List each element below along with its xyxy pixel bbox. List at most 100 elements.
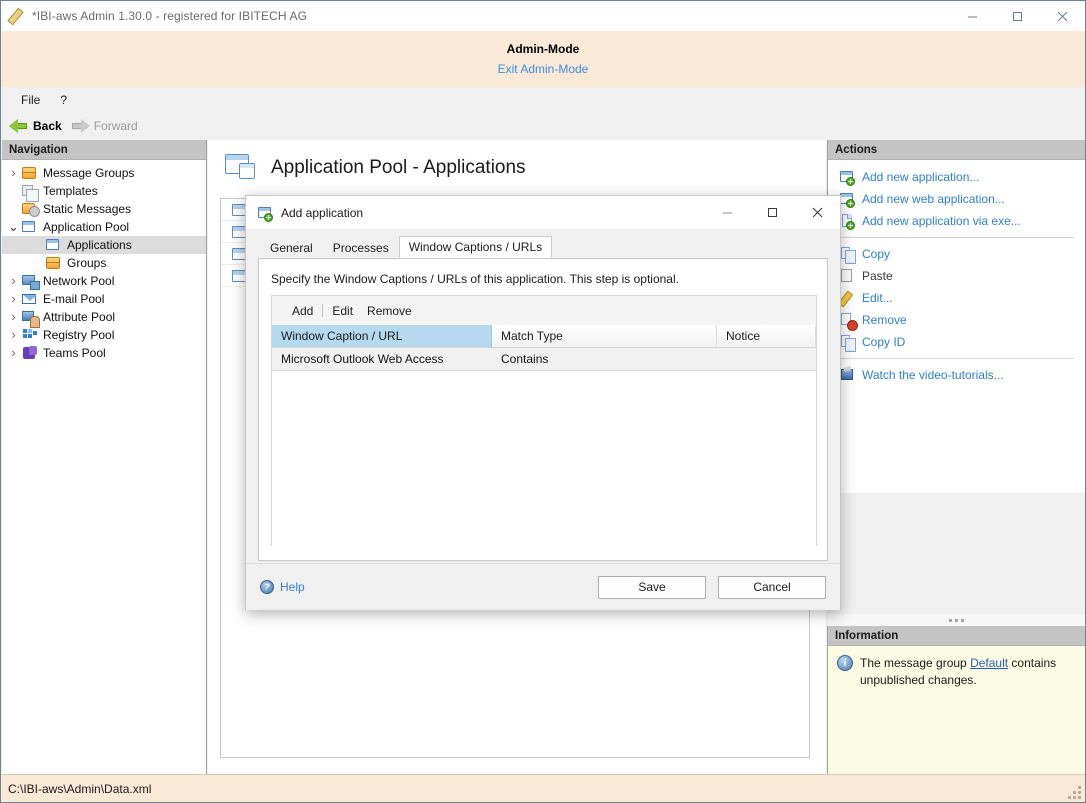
action-add-new-web-application[interactable]: Add new web application... <box>828 188 1085 210</box>
navigation-pane: Navigation ›Message GroupsTemplatesStati… <box>2 140 207 774</box>
cancel-button[interactable]: Cancel <box>718 576 826 599</box>
action-label: Watch the video-tutorials... <box>862 368 1004 382</box>
sidebar-item-static-messages[interactable]: Static Messages <box>2 200 206 218</box>
grid-empty-area[interactable] <box>272 371 816 551</box>
sidebar-item-label: Network Pool <box>43 274 114 288</box>
chevron-right-icon[interactable]: › <box>6 272 21 290</box>
action-add-new-application-via-exe[interactable]: Add new application via exe... <box>828 210 1085 232</box>
admin-mode-title: Admin-Mode <box>507 41 580 57</box>
chevron-right-icon[interactable]: › <box>6 326 21 344</box>
grid-column-header[interactable]: Notice <box>717 325 816 348</box>
copy-id-icon <box>839 334 855 350</box>
chevron-right-icon[interactable]: › <box>6 344 21 362</box>
back-label: Back <box>33 119 62 133</box>
sidebar-item-registry-pool[interactable]: ›Registry Pool <box>2 326 206 344</box>
sidebar-item-e-mail-pool[interactable]: › E-mail Pool <box>2 290 206 308</box>
menu-file[interactable]: File <box>11 90 50 110</box>
admin-mode-banner: Admin-Mode Exit Admin-Mode <box>1 31 1085 87</box>
action-copy[interactable]: Copy <box>828 243 1085 265</box>
sidebar-item-templates[interactable]: Templates <box>2 182 206 200</box>
dialog-buttons: Save Cancel <box>598 576 826 599</box>
action-label: Add new application... <box>862 170 979 184</box>
toolbar-separator <box>322 304 323 317</box>
add-application-icon <box>839 169 855 185</box>
resize-grip[interactable] <box>1067 785 1081 799</box>
back-button[interactable]: Back <box>7 117 68 135</box>
captions-edit-button[interactable]: Edit <box>325 302 360 320</box>
close-button[interactable] <box>1040 1 1085 31</box>
window-title: *IBI-aws Admin 1.30.0 - registered for I… <box>32 9 307 23</box>
sidebar-item-label: Teams Pool <box>43 346 106 360</box>
window-icon <box>232 270 246 282</box>
information-pane: Information The message group Default co… <box>827 626 1085 774</box>
sidebar-item-network-pool[interactable]: › Network Pool <box>2 272 206 290</box>
tab-processes[interactable]: Processes <box>323 238 399 258</box>
pane-splitter[interactable] <box>828 614 1085 626</box>
navigation-toolbar: Back Forward <box>1 113 1085 139</box>
captions-grid: Window Caption / URLMatch TypeNotice Mic… <box>272 325 816 551</box>
box-icon <box>45 255 63 271</box>
grid-column-header[interactable]: Window Caption / URL <box>272 325 492 348</box>
add-web-application-icon <box>839 191 855 207</box>
sidebar-item-label: Applications <box>67 238 132 252</box>
arrow-left-icon <box>9 119 29 133</box>
tab-general[interactable]: General <box>260 238 323 258</box>
default-message-group-link[interactable]: Default <box>970 656 1008 670</box>
captions-remove-button[interactable]: Remove <box>360 302 419 320</box>
action-label: Copy ID <box>862 335 905 349</box>
menu-help[interactable]: ? <box>50 90 77 110</box>
dialog-titlebar: Add application <box>246 196 840 229</box>
dialog-minimize-button[interactable] <box>705 196 750 229</box>
forward-button[interactable]: Forward <box>68 117 144 135</box>
arrow-right-icon <box>70 119 90 133</box>
help-link[interactable]: Help <box>260 580 305 594</box>
dialog-close-button[interactable] <box>795 196 840 229</box>
dialog-tabstrip[interactable]: GeneralProcesses Window Captions / URLs <box>260 237 840 258</box>
window-controls <box>950 1 1085 31</box>
action-remove[interactable]: Remove <box>828 309 1085 331</box>
action-add-new-application[interactable]: Add new application... <box>828 166 1085 188</box>
tab-window-captions-urls[interactable]: Window Captions / URLs <box>399 236 552 258</box>
copy-icon <box>839 246 855 262</box>
chevron-right-icon[interactable]: › <box>6 164 21 182</box>
application-window: *IBI-aws Admin 1.30.0 - registered for I… <box>0 0 1086 803</box>
grid-rows[interactable]: Microsoft Outlook Web AccessContains <box>272 348 816 371</box>
pencil-icon <box>839 290 855 306</box>
tab-page-window-captions: Specify the Window Captions / URLs of th… <box>258 258 828 561</box>
actions-separator <box>839 358 1074 359</box>
sidebar-item-application-pool[interactable]: ⌄Application Pool <box>2 218 206 236</box>
grid-header-row[interactable]: Window Caption / URLMatch TypeNotice <box>272 325 816 348</box>
window-icon <box>21 219 39 235</box>
captions-panel: Add Edit Remove Window Caption / URLMatc… <box>271 295 817 546</box>
exit-admin-mode-link[interactable]: Exit Admin-Mode <box>498 60 589 78</box>
sidebar-item-attribute-pool[interactable]: ›Attribute Pool <box>2 308 206 326</box>
table-row[interactable]: Microsoft Outlook Web AccessContains <box>272 348 816 371</box>
navigation-tree[interactable]: ›Message GroupsTemplatesStatic Messages⌄… <box>2 160 206 362</box>
actions-list[interactable]: Add new application... Add new web applic… <box>828 160 1085 386</box>
chevron-right-icon[interactable]: › <box>6 290 21 308</box>
tab-description: Specify the Window Captions / URLs of th… <box>259 259 827 286</box>
add-application-dialog: Add application GeneralProcesses Window C… <box>245 195 841 610</box>
table-cell: Contains <box>492 348 717 370</box>
action-watch-the-video-tutorials[interactable]: Watch the video-tutorials... <box>828 364 1085 386</box>
sidebar-item-message-groups[interactable]: ›Message Groups <box>2 164 206 182</box>
tab-label: Window Captions / URLs <box>409 240 542 254</box>
page-header: Application Pool - Applications <box>208 140 826 196</box>
action-label: Copy <box>862 247 890 261</box>
table-cell <box>717 348 816 370</box>
sidebar-item-label: E-mail Pool <box>43 292 104 306</box>
action-edit[interactable]: Edit... <box>828 287 1085 309</box>
chevron-down-icon[interactable]: ⌄ <box>6 221 21 233</box>
network-icon <box>21 273 39 289</box>
sidebar-item-teams-pool[interactable]: › Teams Pool <box>2 344 206 362</box>
minimize-button[interactable] <box>950 1 995 31</box>
action-copy-id[interactable]: Copy ID <box>828 331 1085 353</box>
grid-column-header[interactable]: Match Type <box>492 325 717 348</box>
captions-add-button[interactable]: Add <box>285 302 320 320</box>
dialog-maximize-button[interactable] <box>750 196 795 229</box>
chevron-right-icon[interactable]: › <box>6 308 21 326</box>
sidebar-item-applications[interactable]: Applications <box>2 236 206 254</box>
maximize-button[interactable] <box>995 1 1040 31</box>
sidebar-item-groups[interactable]: Groups <box>2 254 206 272</box>
save-button[interactable]: Save <box>598 576 706 599</box>
